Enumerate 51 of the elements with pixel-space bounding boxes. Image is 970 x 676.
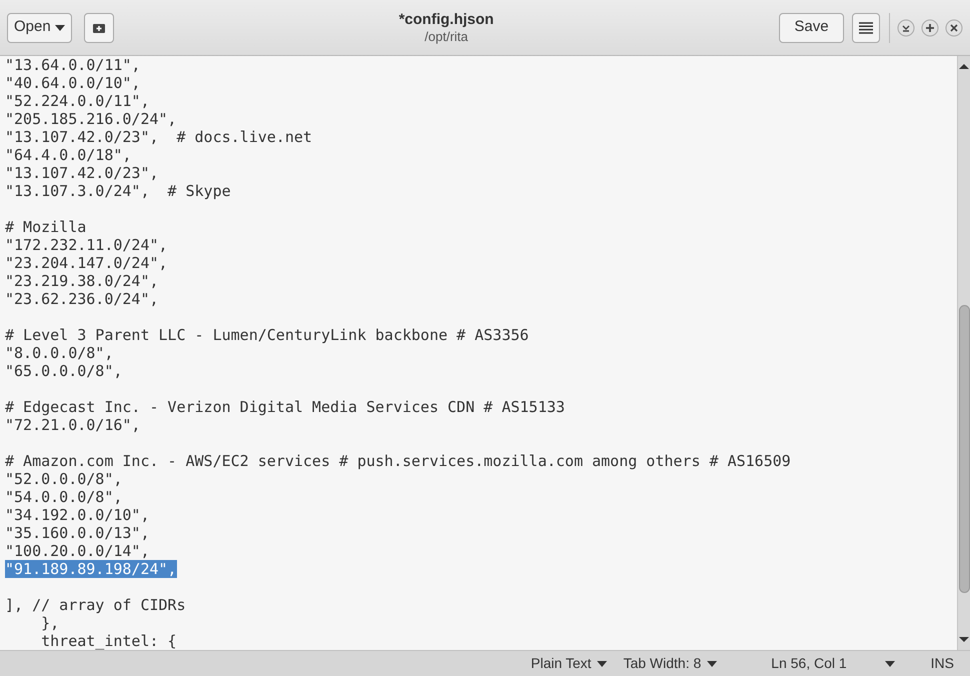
window-title: *config.hjson bbox=[398, 10, 494, 28]
code-line: "23.219.38.0/24", bbox=[5, 272, 159, 290]
code-line: # Level 3 Parent LLC - Lumen/CenturyLink backbone # AS3356 bbox=[5, 326, 529, 344]
cursor-position-dropdown[interactable]: Ln 56, Col 1 bbox=[771, 653, 895, 674]
minimize-icon[interactable] bbox=[897, 18, 915, 36]
caret-icon bbox=[707, 660, 718, 666]
code-line: "72.21.0.0/16", bbox=[5, 416, 140, 434]
new-document-icon bbox=[92, 22, 106, 34]
save-button[interactable]: Save bbox=[779, 12, 844, 42]
code-line: "40.64.0.0/10", bbox=[5, 74, 140, 92]
close-icon[interactable] bbox=[945, 18, 963, 36]
scrollbar[interactable] bbox=[957, 56, 970, 650]
open-button[interactable]: Open bbox=[7, 12, 72, 42]
code-line: "172.232.11.0/24", bbox=[5, 236, 168, 254]
menu-button[interactable] bbox=[852, 12, 880, 42]
code-line: "100.20.0.0/14", bbox=[5, 542, 150, 560]
new-tab-button[interactable] bbox=[84, 12, 114, 42]
caret-icon bbox=[597, 660, 608, 666]
code-line: "35.160.0.0/13", bbox=[5, 524, 150, 542]
code-line: "65.0.0.0/8", bbox=[5, 362, 122, 380]
insert-mode: INS bbox=[930, 654, 954, 673]
code-line: "13.107.42.0/23", bbox=[5, 164, 159, 182]
code-line: "34.192.0.0/10", bbox=[5, 506, 150, 524]
scrollbar-thumb[interactable] bbox=[959, 305, 970, 593]
code-line: "8.0.0.0/8", bbox=[5, 344, 114, 362]
scroll-up-icon[interactable] bbox=[959, 62, 969, 70]
code-line: "13.107.3.0/24", # Skype bbox=[5, 182, 231, 200]
code-line: ], // array of CIDRs bbox=[5, 596, 186, 614]
code-line: "52.0.0.0/8", bbox=[5, 470, 122, 488]
code-line: "54.0.0.0/8", bbox=[5, 488, 122, 506]
tab-width-dropdown[interactable]: Tab Width: 8 bbox=[623, 653, 718, 674]
code-line: # Edgecast Inc. - Verizon Digital Media Services CDN # AS15133 bbox=[5, 398, 565, 416]
code-line: "13.107.42.0/23", # docs.live.net bbox=[5, 128, 312, 146]
code-line: "205.185.216.0/24", bbox=[5, 110, 177, 128]
code-line: "64.4.0.0/18", bbox=[5, 146, 132, 164]
maximize-icon[interactable] bbox=[921, 18, 939, 36]
code-line: # Amazon.com Inc. - AWS/EC2 services # push.services.mozilla.com among others # AS16509 bbox=[5, 452, 791, 470]
code-line: # Mozilla bbox=[5, 218, 86, 236]
file-path: /opt/rita bbox=[424, 28, 468, 44]
code-line: "13.64.0.0/11", bbox=[5, 56, 140, 74]
language-dropdown[interactable]: Plain Text bbox=[530, 653, 608, 674]
code-line: threat_intel: { bbox=[40, 632, 177, 650]
code-line: "23.62.236.0/24", bbox=[5, 290, 159, 308]
caret-icon bbox=[884, 660, 895, 666]
code-line: "52.224.0.0/11", bbox=[5, 92, 150, 110]
text-area[interactable] bbox=[0, 56, 957, 650]
menu-icon bbox=[859, 22, 873, 34]
code-line: }, bbox=[40, 614, 60, 632]
code-line: "23.204.147.0/24", bbox=[5, 254, 168, 272]
scroll-down-icon[interactable] bbox=[959, 636, 969, 644]
caret-icon bbox=[54, 24, 65, 30]
